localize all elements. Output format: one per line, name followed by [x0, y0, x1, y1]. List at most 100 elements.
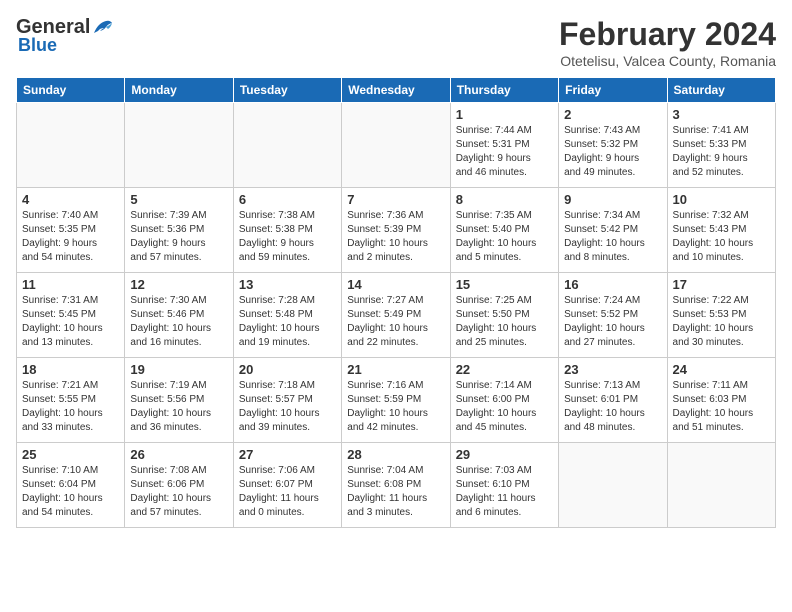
calendar-title: February 2024: [559, 16, 776, 53]
calendar-week-row: 18 Sunrise: 7:21 AM Sunset: 5:55 PM Dayli…: [17, 358, 776, 443]
day-number: 28: [347, 447, 444, 462]
day-info: Sunrise: 7:10 AM Sunset: 6:04 PM Dayligh…: [22, 464, 119, 520]
calendar-location: Otetelisu, Valcea County, Romania: [559, 53, 776, 69]
day-info: Sunrise: 7:27 AM Sunset: 5:49 PM Dayligh…: [347, 294, 444, 350]
calendar-day-25: 25 Sunrise: 7:10 AM Sunset: 6:04 PM Dayli…: [17, 443, 125, 528]
header-thursday: Thursday: [450, 78, 558, 103]
calendar-day-29: 29Sunrise: 7:03 AM Sunset: 6:10 PM Dayli…: [450, 443, 558, 528]
calendar-day-7: 7 Sunrise: 7:36 AM Sunset: 5:39 PM Daylig…: [342, 188, 450, 273]
calendar-day-24: 24 Sunrise: 7:11 AM Sunset: 6:03 PM Dayli…: [667, 358, 775, 443]
day-info: Sunrise: 7:39 AM Sunset: 5:36 PM Dayligh…: [130, 209, 227, 265]
logo-blue-text: Blue: [18, 35, 57, 56]
calendar-day-17: 17 Sunrise: 7:22 AM Sunset: 5:53 PM Dayli…: [667, 273, 775, 358]
page-header: General Blue February 2024 Otetelisu, Va…: [16, 16, 776, 69]
header-tuesday: Tuesday: [233, 78, 341, 103]
calendar-day-12: 12 Sunrise: 7:30 AM Sunset: 5:46 PM Dayli…: [125, 273, 233, 358]
calendar-day-22: 22 Sunrise: 7:14 AM Sunset: 6:00 PM Dayli…: [450, 358, 558, 443]
day-info: Sunrise: 7:31 AM Sunset: 5:45 PM Dayligh…: [22, 294, 119, 350]
day-info: Sunrise: 7:38 AM Sunset: 5:38 PM Dayligh…: [239, 209, 336, 265]
calendar-day-23: 23 Sunrise: 7:13 AM Sunset: 6:01 PM Dayli…: [559, 358, 667, 443]
day-info: Sunrise: 7:11 AM Sunset: 6:03 PM Dayligh…: [673, 379, 770, 435]
calendar-day-18: 18 Sunrise: 7:21 AM Sunset: 5:55 PM Dayli…: [17, 358, 125, 443]
calendar-day-20: 20 Sunrise: 7:18 AM Sunset: 5:57 PM Dayli…: [233, 358, 341, 443]
calendar-day-21: 21Sunrise: 7:16 AM Sunset: 5:59 PM Dayli…: [342, 358, 450, 443]
day-info: Sunrise: 7:28 AM Sunset: 5:48 PM Dayligh…: [239, 294, 336, 350]
day-number: 8: [456, 192, 553, 207]
calendar-day-27: 27 Sunrise: 7:06 AM Sunset: 6:07 PM Dayli…: [233, 443, 341, 528]
day-number: 9: [564, 192, 661, 207]
day-number: 23: [564, 362, 661, 377]
calendar-day-19: 19 Sunrise: 7:19 AM Sunset: 5:56 PM Dayli…: [125, 358, 233, 443]
day-info: Sunrise: 7:40 AM Sunset: 5:35 PM Dayligh…: [22, 209, 119, 265]
header-friday: Friday: [559, 78, 667, 103]
day-number: 18: [22, 362, 119, 377]
day-info: Sunrise: 7:25 AM Sunset: 5:50 PM Dayligh…: [456, 294, 553, 350]
calendar-day-10: 10 Sunrise: 7:32 AM Sunset: 5:43 PM Dayli…: [667, 188, 775, 273]
calendar-day-2: 2 Sunrise: 7:43 AM Sunset: 5:32 PM Daylig…: [559, 103, 667, 188]
calendar-day-4: 4 Sunrise: 7:40 AM Sunset: 5:35 PM Daylig…: [17, 188, 125, 273]
day-number: 26: [130, 447, 227, 462]
day-number: 4: [22, 192, 119, 207]
header-monday: Monday: [125, 78, 233, 103]
title-block: February 2024 Otetelisu, Valcea County, …: [559, 16, 776, 69]
day-info: Sunrise: 7:36 AM Sunset: 5:39 PM Dayligh…: [347, 209, 444, 265]
day-number: 7: [347, 192, 444, 207]
calendar-day-3: 3Sunrise: 7:41 AM Sunset: 5:33 PM Daylig…: [667, 103, 775, 188]
calendar-day-14: 14Sunrise: 7:27 AM Sunset: 5:49 PM Dayli…: [342, 273, 450, 358]
day-number: 19: [130, 362, 227, 377]
day-number: 20: [239, 362, 336, 377]
day-number: 2: [564, 107, 661, 122]
calendar-empty-cell: [125, 103, 233, 188]
calendar-empty-cell: [342, 103, 450, 188]
day-info: Sunrise: 7:30 AM Sunset: 5:46 PM Dayligh…: [130, 294, 227, 350]
logo: General Blue: [16, 16, 114, 56]
day-info: Sunrise: 7:18 AM Sunset: 5:57 PM Dayligh…: [239, 379, 336, 435]
day-info: Sunrise: 7:08 AM Sunset: 6:06 PM Dayligh…: [130, 464, 227, 520]
day-number: 3: [673, 107, 770, 122]
logo-bird-icon: [92, 19, 114, 37]
day-info: Sunrise: 7:24 AM Sunset: 5:52 PM Dayligh…: [564, 294, 661, 350]
calendar-day-1: 1Sunrise: 7:44 AM Sunset: 5:31 PM Daylig…: [450, 103, 558, 188]
calendar-day-26: 26 Sunrise: 7:08 AM Sunset: 6:06 PM Dayli…: [125, 443, 233, 528]
calendar-day-6: 6 Sunrise: 7:38 AM Sunset: 5:38 PM Daylig…: [233, 188, 341, 273]
calendar-day-28: 28 Sunrise: 7:04 AM Sunset: 6:08 PM Dayli…: [342, 443, 450, 528]
day-info: Sunrise: 7:22 AM Sunset: 5:53 PM Dayligh…: [673, 294, 770, 350]
day-info: Sunrise: 7:32 AM Sunset: 5:43 PM Dayligh…: [673, 209, 770, 265]
day-number: 6: [239, 192, 336, 207]
calendar-day-11: 11Sunrise: 7:31 AM Sunset: 5:45 PM Dayli…: [17, 273, 125, 358]
day-info: Sunrise: 7:43 AM Sunset: 5:32 PM Dayligh…: [564, 124, 661, 180]
day-number: 25: [22, 447, 119, 462]
day-info: Sunrise: 7:19 AM Sunset: 5:56 PM Dayligh…: [130, 379, 227, 435]
day-number: 10: [673, 192, 770, 207]
day-info: Sunrise: 7:06 AM Sunset: 6:07 PM Dayligh…: [239, 464, 336, 520]
calendar-empty-cell: [17, 103, 125, 188]
day-number: 22: [456, 362, 553, 377]
calendar-day-8: 8Sunrise: 7:35 AM Sunset: 5:40 PM Daylig…: [450, 188, 558, 273]
day-info: Sunrise: 7:13 AM Sunset: 6:01 PM Dayligh…: [564, 379, 661, 435]
calendar-week-row: 4 Sunrise: 7:40 AM Sunset: 5:35 PM Daylig…: [17, 188, 776, 273]
day-number: 29: [456, 447, 553, 462]
day-number: 15: [456, 277, 553, 292]
calendar-week-row: 25 Sunrise: 7:10 AM Sunset: 6:04 PM Dayli…: [17, 443, 776, 528]
calendar-week-row: 11Sunrise: 7:31 AM Sunset: 5:45 PM Dayli…: [17, 273, 776, 358]
calendar-day-15: 15 Sunrise: 7:25 AM Sunset: 5:50 PM Dayli…: [450, 273, 558, 358]
day-info: Sunrise: 7:44 AM Sunset: 5:31 PM Dayligh…: [456, 124, 553, 180]
day-info: Sunrise: 7:04 AM Sunset: 6:08 PM Dayligh…: [347, 464, 444, 520]
calendar-week-row: 1Sunrise: 7:44 AM Sunset: 5:31 PM Daylig…: [17, 103, 776, 188]
day-number: 27: [239, 447, 336, 462]
day-number: 5: [130, 192, 227, 207]
day-number: 24: [673, 362, 770, 377]
calendar-day-16: 16 Sunrise: 7:24 AM Sunset: 5:52 PM Dayli…: [559, 273, 667, 358]
header-wednesday: Wednesday: [342, 78, 450, 103]
day-number: 16: [564, 277, 661, 292]
calendar-day-9: 9 Sunrise: 7:34 AM Sunset: 5:42 PM Daylig…: [559, 188, 667, 273]
header-sunday: Sunday: [17, 78, 125, 103]
day-info: Sunrise: 7:14 AM Sunset: 6:00 PM Dayligh…: [456, 379, 553, 435]
day-number: 12: [130, 277, 227, 292]
day-info: Sunrise: 7:34 AM Sunset: 5:42 PM Dayligh…: [564, 209, 661, 265]
day-info: Sunrise: 7:21 AM Sunset: 5:55 PM Dayligh…: [22, 379, 119, 435]
calendar-day-5: 5 Sunrise: 7:39 AM Sunset: 5:36 PM Daylig…: [125, 188, 233, 273]
day-number: 13: [239, 277, 336, 292]
day-number: 17: [673, 277, 770, 292]
day-number: 21: [347, 362, 444, 377]
